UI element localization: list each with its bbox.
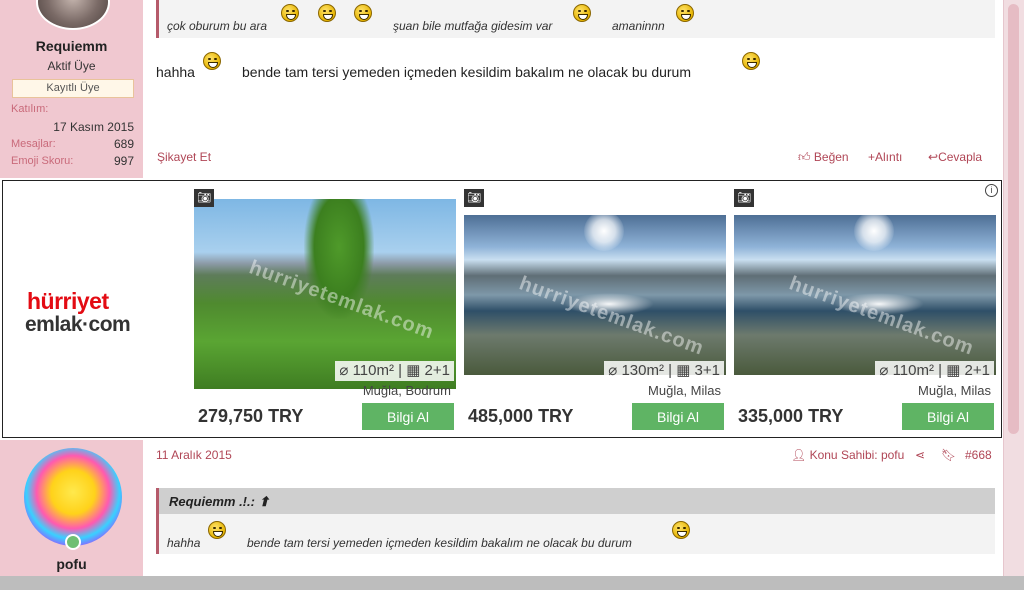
grin-emoji-icon (676, 4, 694, 22)
listing-location: Muğla, Milas (648, 383, 721, 398)
listing-rooms: 2+1 (424, 362, 450, 379)
quote-label: Alıntı (875, 150, 903, 164)
listing-rooms: 3+1 (694, 362, 720, 379)
thread-owner-label: Konu Sahibi: pofu (809, 448, 905, 462)
listing-card[interactable]: hurriyetemlak.com 📷︎ ⌀ 130m² | ▦ 3+1 Muğ… (464, 189, 726, 433)
photo-watermark: hurriyetemlak.com (516, 272, 707, 360)
grin-emoji-icon (281, 4, 299, 22)
grin-emoji-icon (672, 521, 690, 539)
plus-icon: + (868, 150, 876, 164)
listing-area: 110m² (352, 362, 394, 379)
reply-arrow-icon: ↩ (928, 150, 939, 164)
post-text-2: bende tam tersi yemeden içmeden kesildim… (242, 64, 692, 80)
ad-logo-text-bottom[interactable]: emlak·com (25, 313, 131, 337)
scrollbar[interactable] (1003, 0, 1024, 590)
listing-location: Muğla, Milas (918, 383, 991, 398)
camera-icon: 📷︎ (464, 189, 484, 207)
listing-features: ⌀ 130m² | ▦ 3+1 (604, 361, 724, 381)
username[interactable]: pofu (0, 556, 143, 572)
reply-label: Cevapla (938, 150, 983, 164)
quote-text-2: şuan bile mutfağa gidesim var (393, 19, 553, 33)
listing-price: 335,000 TRY (738, 406, 844, 426)
listing-area: 130m² (621, 362, 664, 379)
share-icon[interactable]: ⋖ (915, 448, 925, 462)
post-number[interactable]: #668 (965, 448, 992, 462)
quote-button[interactable]: +Alıntı (868, 150, 902, 164)
grin-emoji-icon (318, 4, 336, 22)
reply-button[interactable]: ↩Cevapla (928, 150, 982, 164)
listing-area: 110m² (892, 362, 934, 379)
arrow-up-circle-icon[interactable]: ⬆ (259, 494, 270, 509)
info-button[interactable]: Bilgi Al (362, 403, 454, 430)
quote-text-2: bende tam tersi yemeden içmeden kesildim… (247, 536, 632, 550)
like-label: Beğen (813, 150, 849, 164)
stat-label-messages: Mesajlar: (11, 138, 56, 150)
listing-features: ⌀ 110m² | ▦ 2+1 (875, 361, 994, 381)
ad-logo-text-top[interactable]: hürriyet (27, 288, 109, 315)
grin-emoji-icon (742, 52, 760, 70)
stat-label-joined: Katılım: (11, 103, 49, 115)
grin-emoji-icon (208, 521, 226, 539)
avatar[interactable] (36, 0, 110, 30)
camera-icon: 📷︎ (734, 189, 754, 207)
listing-price: 279,750 TRY (198, 406, 304, 426)
bottom-bar (0, 576, 1024, 590)
listing-features: ⌀ 110m² | ▦ 2+1 (335, 361, 454, 381)
thread-owner-link[interactable]: 👤︎ Konu Sahibi: pofu (791, 448, 904, 462)
sun-shape (854, 215, 894, 251)
quote-header[interactable]: Requiemm .!.: ⬆ (156, 488, 995, 514)
camera-icon: 📷︎ (194, 189, 214, 207)
sun-shape (584, 215, 624, 251)
stat-value-emoji-score: 997 (113, 154, 134, 168)
page: Requiemm Aktif Üye Kayıtlı Üye Katılım: … (0, 0, 1004, 590)
listing-rooms: 2+1 (964, 362, 990, 379)
user-icon: 👤︎ (791, 448, 807, 462)
info-button[interactable]: Bilgi Al (632, 403, 724, 430)
quote-text-1: çok oburum bu ara (167, 19, 268, 33)
stat-value-messages: 689 (113, 137, 134, 151)
info-button[interactable]: Bilgi Al (902, 403, 994, 430)
user-badge: Kayıtlı Üye (12, 79, 134, 98)
quote-text-3: amaninnn (612, 19, 665, 33)
like-button[interactable]: 👍︎ Beğen (798, 150, 849, 165)
scrollbar-thumb[interactable] (1008, 4, 1019, 434)
quote-author[interactable]: Requiemm .!.: ⬆ (169, 494, 270, 510)
avatar[interactable] (24, 448, 122, 546)
photo-watermark: hurriyetemlak.com (786, 272, 977, 360)
bookmark-icon[interactable]: 🔖︎ (941, 448, 956, 462)
listing-card[interactable]: hurriyetemlak.com 📷︎ ⌀ 110m² | ▦ 2+1 Muğ… (734, 189, 996, 433)
grin-emoji-icon (354, 4, 372, 22)
thumbs-up-icon: 👍︎ (798, 150, 811, 164)
grin-emoji-icon (573, 4, 591, 22)
grin-emoji-icon (203, 52, 221, 70)
online-status-icon (65, 534, 81, 550)
listing-photo[interactable]: hurriyetemlak.com (464, 215, 726, 375)
post-text-1: hahha (156, 64, 195, 80)
post-date[interactable]: 11 Aralık 2015 (156, 448, 232, 462)
ad-banner[interactable]: i hürriyet emlak·com hurriyetemlak.com 📷… (2, 180, 1002, 438)
post1-user-sidebar: Requiemm Aktif Üye Kayıtlı Üye Katılım: … (0, 0, 143, 178)
username[interactable]: Requiemm (0, 38, 143, 54)
report-link[interactable]: Şikayet Et (157, 150, 211, 164)
listing-price: 485,000 TRY (468, 406, 574, 426)
post2-user-sidebar: pofu (0, 440, 143, 590)
stat-label-emoji-score: Emoji Skoru: (11, 155, 74, 167)
listing-card[interactable]: hurriyetemlak.com 📷︎ ⌀ 110m² | ▦ 2+1 Muğ… (194, 189, 456, 433)
user-title: Aktif Üye (47, 59, 96, 73)
quote-author-name: Requiemm .!.: (169, 494, 255, 509)
listing-location: Muğla, Bodrum (362, 383, 451, 398)
listing-photo[interactable]: hurriyetemlak.com (734, 215, 996, 375)
quote-text-1: hahha (167, 536, 201, 550)
stat-value-joined: 17 Kasım 2015 (53, 120, 134, 134)
